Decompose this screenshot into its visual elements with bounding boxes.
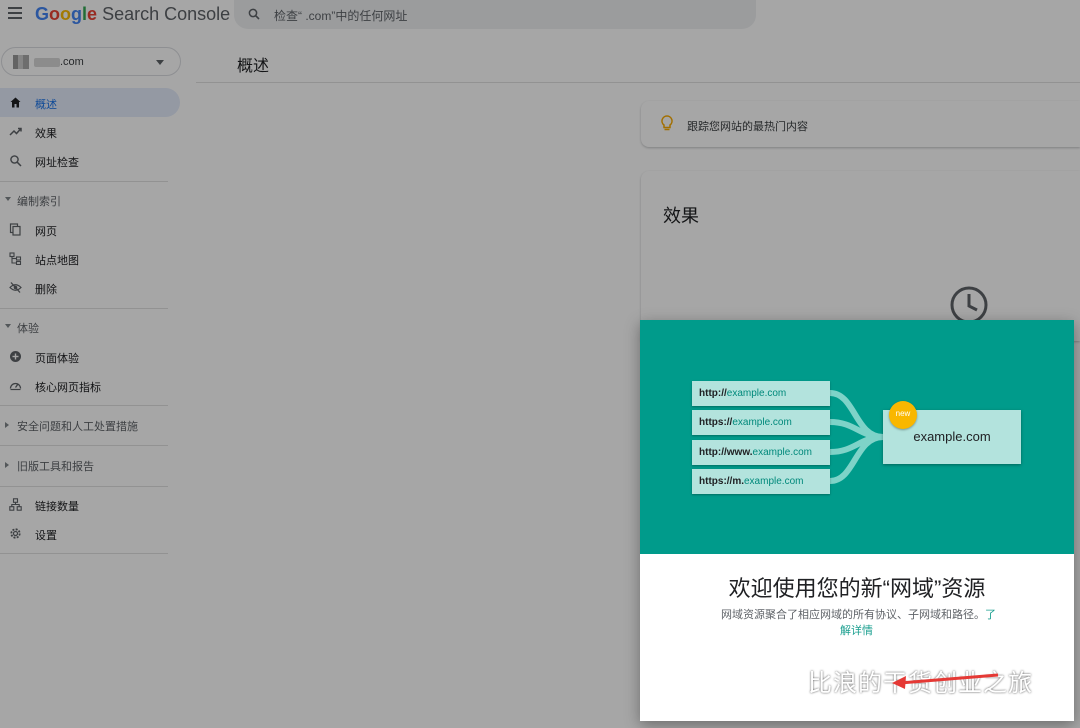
- dialog-hero-illustration: http://example.com https://example.com h…: [640, 320, 1074, 554]
- domain-text: example.com: [913, 429, 991, 444]
- red-arrow-annotation: [892, 673, 999, 689]
- new-badge: new: [889, 401, 917, 429]
- dialog-description: 网域资源聚合了相应网域的所有协议、子网域和路径。了: [721, 606, 996, 622]
- description-text: 网域资源聚合了相应网域的所有协议、子网域和路径。: [721, 609, 985, 621]
- url-variant-box: http://www.example.com: [692, 440, 830, 465]
- dialog-title: 欢迎使用您的新“网域”资源: [728, 576, 986, 601]
- wechat-icon: [761, 667, 797, 691]
- learn-more-link[interactable]: 解详情: [840, 622, 873, 638]
- url-variant-box: http://example.com: [692, 381, 830, 406]
- learn-more-link[interactable]: 了: [985, 609, 996, 621]
- url-variant-box: https://example.com: [692, 410, 830, 435]
- welcome-domain-dialog: http://example.com https://example.com h…: [640, 320, 1074, 721]
- url-variant-box: https://m.example.com: [692, 469, 830, 494]
